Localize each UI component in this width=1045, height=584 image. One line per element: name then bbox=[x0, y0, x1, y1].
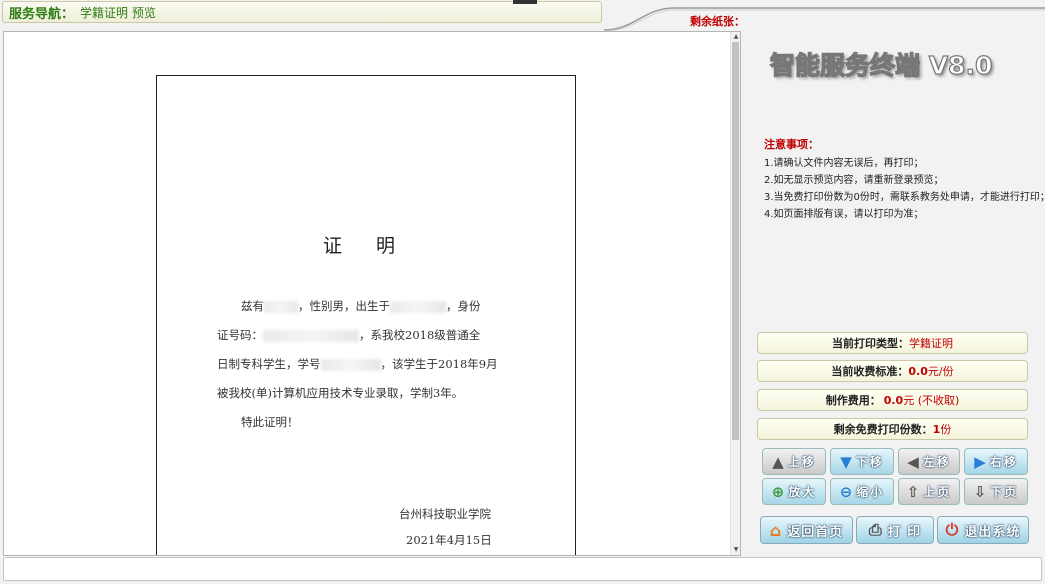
fee-standard-box: 当前收费标准： 0.0 元/份 bbox=[757, 360, 1028, 382]
document-line-5: 特此证明！ bbox=[241, 415, 299, 429]
home-icon: ⌂ bbox=[769, 520, 783, 540]
nav-breadcrumb: 学籍证明 预览 bbox=[80, 5, 156, 20]
exit-system-label: 退出系统 bbox=[964, 524, 1021, 540]
move-left-button[interactable]: ◀ 左移 bbox=[898, 448, 960, 475]
fee-standard-unit: 元/份 bbox=[927, 365, 954, 378]
notice-item: 4.如页面排版有误，请以打印为准； bbox=[764, 209, 924, 220]
arrow-down-icon: ▼ bbox=[840, 452, 852, 471]
next-page-button[interactable]: ⇩ 下页 bbox=[964, 478, 1028, 505]
print-type-box: 当前打印类型： 学籍证明 bbox=[757, 332, 1028, 354]
prev-page-label: 上页 bbox=[923, 485, 952, 499]
zoom-in-label: 放大 bbox=[788, 485, 817, 499]
notice-item: 3.当免费打印份数为0份时，需联系教务处申请，才能进行打印； bbox=[764, 192, 1045, 203]
zoom-out-label: 缩小 bbox=[856, 485, 885, 499]
move-down-label: 下移 bbox=[855, 455, 884, 469]
arrow-right-icon: ▶ bbox=[974, 452, 986, 471]
fee-standard-label: 当前收费标准： bbox=[831, 365, 909, 378]
top-tab-marker bbox=[513, 0, 537, 4]
document-preview-pane[interactable]: 证 明 兹有 ，性别男，出生于 ，身份 证号码： ，系我校2018级普通全 日制专科学… bbox=[3, 31, 741, 556]
scroll-up-arrow-icon[interactable]: ▲ bbox=[732, 33, 740, 41]
scroll-down-arrow-icon[interactable]: ▼ bbox=[732, 546, 740, 554]
move-up-label: 上移 bbox=[787, 455, 816, 469]
zoom-out-icon: ⊖ bbox=[839, 482, 853, 501]
redacted-birthdate bbox=[390, 301, 446, 313]
free-prints-value: 1 bbox=[932, 422, 941, 436]
vertical-scrollbar[interactable]: ▲ ▼ bbox=[730, 32, 740, 555]
document-page: 证 明 兹有 ，性别男，出生于 ，身份 证号码： ，系我校2018级普通全 日制专科学… bbox=[156, 75, 576, 555]
document-line-4: 被我校(单)计算机应用技术专业录取，学制3年。 bbox=[217, 386, 464, 400]
scrollbar-thumb[interactable] bbox=[732, 42, 739, 440]
bottom-status-bar bbox=[3, 557, 1042, 581]
free-prints-box: 剩余免费打印份数： 1 份 bbox=[757, 418, 1028, 440]
print-type-value: 学籍证明 bbox=[909, 337, 953, 350]
zoom-out-button[interactable]: ⊖ 缩小 bbox=[830, 478, 894, 505]
document-date: 2021年4月15日 bbox=[406, 533, 492, 547]
document-line-3: 日制专科学生，学号 ，该学生于2018年9月 bbox=[217, 356, 498, 372]
header-curve-decoration bbox=[604, 7, 1045, 31]
notice-item: 1.请确认文件内容无误后，再打印； bbox=[764, 158, 924, 169]
move-right-label: 右移 bbox=[989, 455, 1018, 469]
move-left-label: 左移 bbox=[922, 455, 951, 469]
redacted-student-id bbox=[320, 359, 381, 371]
text-segment: 日制专科学生，学号 bbox=[217, 357, 321, 371]
text-segment: ，该学生于2018年9月 bbox=[380, 357, 498, 371]
print-label: 打 印 bbox=[887, 524, 922, 540]
print-type-label: 当前打印类型： bbox=[832, 337, 909, 350]
redacted-name bbox=[264, 301, 298, 313]
document-line-1: 兹有 ，性别男，出生于 ，身份 bbox=[241, 298, 481, 314]
production-fee-label: 制作费用： bbox=[825, 394, 881, 407]
free-prints-unit: 份 bbox=[940, 423, 952, 436]
production-fee-value: 0.0 bbox=[883, 393, 904, 407]
redacted-id-number bbox=[263, 330, 359, 342]
text-segment: 证号码： bbox=[217, 328, 263, 342]
return-home-label: 返回首页 bbox=[787, 524, 844, 540]
notice-item: 2.如无显示预览内容，请重新登录预览； bbox=[764, 175, 944, 186]
app-title: 智能服务终端 V8.0 bbox=[769, 50, 993, 80]
text-segment: ，系我校2018级普通全 bbox=[359, 328, 481, 342]
move-down-button[interactable]: ▼ 下移 bbox=[830, 448, 894, 475]
print-button[interactable]: ⎙ 打 印 bbox=[856, 516, 934, 544]
page-down-icon: ⇩ bbox=[973, 482, 987, 501]
fee-standard-value: 0.0 bbox=[908, 364, 928, 378]
service-navigation-bar: 服务导航： 学籍证明 预览 bbox=[2, 1, 602, 23]
document-line-2: 证号码： ，系我校2018级普通全 bbox=[217, 327, 480, 343]
exit-system-button[interactable]: ⏻ 退出系统 bbox=[937, 516, 1029, 544]
page-up-icon: ⇧ bbox=[906, 482, 920, 501]
zoom-in-button[interactable]: ⊕ 放大 bbox=[762, 478, 826, 505]
arrow-left-icon: ◀ bbox=[907, 452, 919, 471]
prev-page-button[interactable]: ⇧ 上页 bbox=[898, 478, 960, 505]
text-segment: ，性别男，出生于 bbox=[298, 299, 390, 313]
document-school-name: 台州科技职业学院 bbox=[399, 507, 491, 521]
production-fee-box: 制作费用： 0.0 元 (不收取) bbox=[757, 389, 1028, 411]
free-prints-label: 剩余免费打印份数： bbox=[833, 423, 933, 436]
production-fee-unit: 元 (不收取) bbox=[903, 394, 960, 407]
return-home-button[interactable]: ⌂ 返回首页 bbox=[760, 516, 853, 544]
arrow-up-icon: ▲ bbox=[772, 452, 784, 471]
nav-label: 服务导航： bbox=[9, 6, 75, 22]
notice-heading: 注意事项： bbox=[764, 138, 819, 151]
document-title: 证 明 bbox=[322, 235, 410, 257]
text-segment: ，身份 bbox=[446, 299, 481, 313]
zoom-in-icon: ⊕ bbox=[771, 482, 785, 501]
move-right-button[interactable]: ▶ 右移 bbox=[964, 448, 1028, 475]
next-page-label: 下页 bbox=[990, 485, 1019, 499]
power-icon: ⏻ bbox=[945, 520, 960, 539]
text-segment: 兹有 bbox=[241, 299, 264, 313]
move-up-button[interactable]: ▲ 上移 bbox=[762, 448, 826, 475]
printer-icon: ⎙ bbox=[868, 520, 883, 539]
paper-remaining-label: 剩余纸张： bbox=[690, 15, 745, 28]
